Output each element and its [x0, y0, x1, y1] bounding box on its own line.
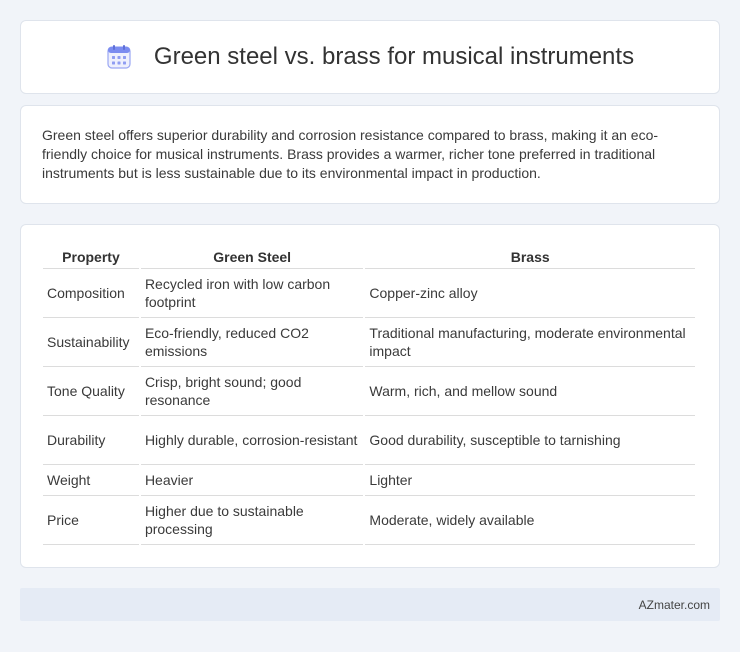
cell-green-steel: Heavier	[140, 465, 364, 496]
cell-green-steel: Highly durable, corrosion-resistant	[140, 416, 364, 465]
cell-property: Price	[43, 496, 139, 545]
cell-brass: Warm, rich, and mellow sound	[365, 367, 695, 416]
cell-property: Sustainability	[43, 318, 139, 367]
footer-site-link[interactable]: AZmater.com	[639, 598, 710, 612]
comparison-table-card: Property Green Steel Brass Composition R…	[20, 224, 720, 568]
page-title: Green steel vs. brass for musical instru…	[153, 43, 635, 70]
cell-property: Weight	[43, 465, 139, 496]
cell-green-steel: Higher due to sustainable processing	[140, 496, 364, 545]
cell-green-steel: Eco-friendly, reduced CO2 emissions	[140, 318, 364, 367]
table-header-row: Property Green Steel Brass	[43, 245, 695, 269]
cell-property: Composition	[43, 269, 139, 318]
table-row: Tone Quality Crisp, bright sound; good r…	[43, 367, 695, 416]
cell-property: Tone Quality	[43, 367, 139, 416]
summary-card: Green steel offers superior durability a…	[20, 105, 720, 204]
table-row: Price Higher due to sustainable processi…	[43, 496, 695, 545]
cell-green-steel: Crisp, bright sound; good resonance	[140, 367, 364, 416]
cell-brass: Traditional manufacturing, moderate envi…	[365, 318, 695, 367]
cell-brass: Moderate, widely available	[365, 496, 695, 545]
header-green-steel: Green Steel	[140, 245, 364, 269]
table-row: Durability Highly durable, corrosion-res…	[43, 416, 695, 465]
cell-brass: Copper-zinc alloy	[365, 269, 695, 318]
cell-green-steel: Recycled iron with low carbon footprint	[140, 269, 364, 318]
footer: AZmater.com	[20, 588, 720, 621]
header-brass: Brass	[365, 245, 695, 269]
table-row: Composition Recycled iron with low carbo…	[43, 269, 695, 318]
cell-brass: Lighter	[365, 465, 695, 496]
table-row: Weight Heavier Lighter	[43, 465, 695, 496]
table-row: Sustainability Eco-friendly, reduced CO2…	[43, 318, 695, 367]
header-property: Property	[43, 245, 139, 269]
cell-property: Durability	[43, 416, 139, 465]
summary-text: Green steel offers superior durability a…	[42, 127, 659, 181]
cell-brass: Good durability, susceptible to tarnishi…	[365, 416, 695, 465]
calendar-icon	[107, 45, 131, 69]
comparison-table: Property Green Steel Brass Composition R…	[41, 245, 697, 545]
title-card: Green steel vs. brass for musical instru…	[20, 20, 720, 94]
